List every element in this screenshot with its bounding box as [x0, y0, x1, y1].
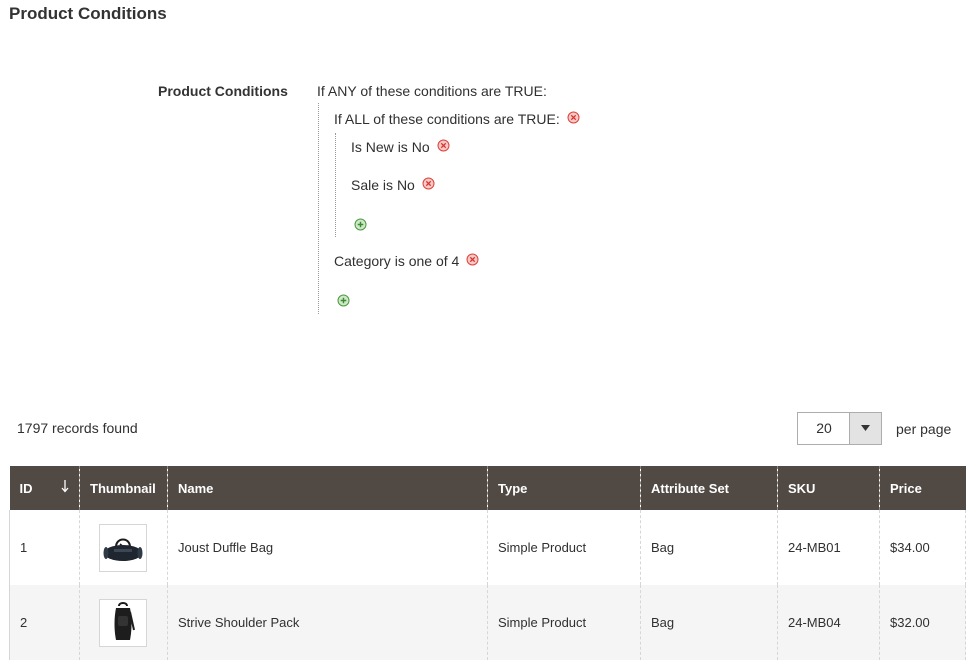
rule-value[interactable]: 4: [452, 253, 460, 269]
remove-icon[interactable]: [466, 253, 479, 269]
arrow-down-icon: [61, 479, 69, 496]
cell-type: Simple Product: [487, 510, 641, 585]
column-header-type[interactable]: Type: [487, 466, 641, 510]
per-page-select[interactable]: 20: [797, 412, 882, 445]
rule-value[interactable]: No: [412, 139, 430, 155]
cell-name: Strive Shoulder Pack: [167, 585, 488, 660]
rule-attribute[interactable]: Category: [334, 253, 391, 269]
remove-icon[interactable]: [567, 111, 580, 127]
root-condition-line: If ANY of these conditions are TRUE:: [317, 83, 547, 99]
rule-operator[interactable]: is one of: [395, 253, 448, 269]
shoulder-pack-thumbnail: [99, 598, 147, 647]
root-rule-guide: [318, 103, 319, 314]
rule-category: Category is one of 4: [334, 253, 479, 269]
group-prefix: If: [334, 111, 342, 127]
table-row[interactable]: 2 Strive Shoulder Pack Simple Product Ba…: [9, 585, 966, 660]
duffle-bag-thumbnail: [99, 523, 147, 572]
rule-is-new: Is New is No: [351, 139, 450, 155]
rule-attribute[interactable]: Is New: [351, 139, 394, 155]
column-header-attribute-set[interactable]: Attribute Set: [640, 466, 778, 510]
remove-icon[interactable]: [437, 139, 450, 155]
products-grid: ID Thumbnail Name Type Attribute Set SKU…: [9, 466, 966, 660]
cell-id: 1: [9, 510, 80, 585]
column-header-sku[interactable]: SKU: [777, 466, 880, 510]
group-condition-line: If ALL of these conditions are TRUE:: [334, 111, 580, 127]
group-mid-text: of these conditions are: [373, 111, 515, 127]
cell-thumbnail: [79, 585, 168, 660]
column-header-name[interactable]: Name: [167, 466, 488, 510]
root-suffix: :: [542, 83, 547, 99]
root-value-select[interactable]: TRUE: [505, 83, 543, 99]
cell-attribute-set: Bag: [640, 510, 778, 585]
cell-id: 2: [9, 585, 80, 660]
records-found: 1797 records found: [17, 420, 138, 436]
rule-sale: Sale is No: [351, 177, 435, 193]
group-rule-guide: [335, 133, 336, 237]
table-row[interactable]: 1 Joust Duffle Bag Simple Product Bag 24…: [9, 510, 966, 585]
cell-sku: 24-MB01: [777, 510, 880, 585]
group-value-select[interactable]: TRUE: [518, 111, 556, 127]
root-aggregator-select[interactable]: ANY: [328, 83, 357, 99]
add-icon[interactable]: [354, 218, 367, 234]
root-mid-text: of these conditions are: [360, 83, 502, 99]
column-header-id[interactable]: ID: [9, 466, 80, 510]
page-title: Product Conditions: [9, 4, 167, 23]
rule-attribute[interactable]: Sale: [351, 177, 379, 193]
column-header-price[interactable]: Price: [879, 466, 966, 510]
caret-down-icon: [861, 425, 870, 431]
cell-type: Simple Product: [487, 585, 641, 660]
cell-sku: 24-MB04: [777, 585, 880, 660]
root-prefix: If: [317, 83, 325, 99]
add-icon[interactable]: [337, 294, 350, 310]
rule-operator[interactable]: is: [398, 139, 408, 155]
per-page-label: per page: [896, 421, 952, 437]
cell-attribute-set: Bag: [640, 585, 778, 660]
conditions-field-label: Product Conditions: [158, 83, 288, 99]
rule-value[interactable]: No: [397, 177, 415, 193]
cell-name: Joust Duffle Bag: [167, 510, 488, 585]
group-suffix: :: [555, 111, 560, 127]
per-page-value: 20: [816, 420, 832, 436]
cell-price: $32.00: [879, 585, 966, 660]
rule-operator[interactable]: is: [383, 177, 393, 193]
grid-header-row: ID Thumbnail Name Type Attribute Set SKU…: [9, 466, 966, 510]
group-aggregator-select[interactable]: ALL: [345, 111, 369, 127]
cell-price: $34.00: [879, 510, 966, 585]
cell-thumbnail: [79, 510, 168, 585]
column-header-thumbnail[interactable]: Thumbnail: [79, 466, 168, 510]
per-page-toggle-button[interactable]: [849, 413, 881, 444]
remove-icon[interactable]: [422, 177, 435, 193]
